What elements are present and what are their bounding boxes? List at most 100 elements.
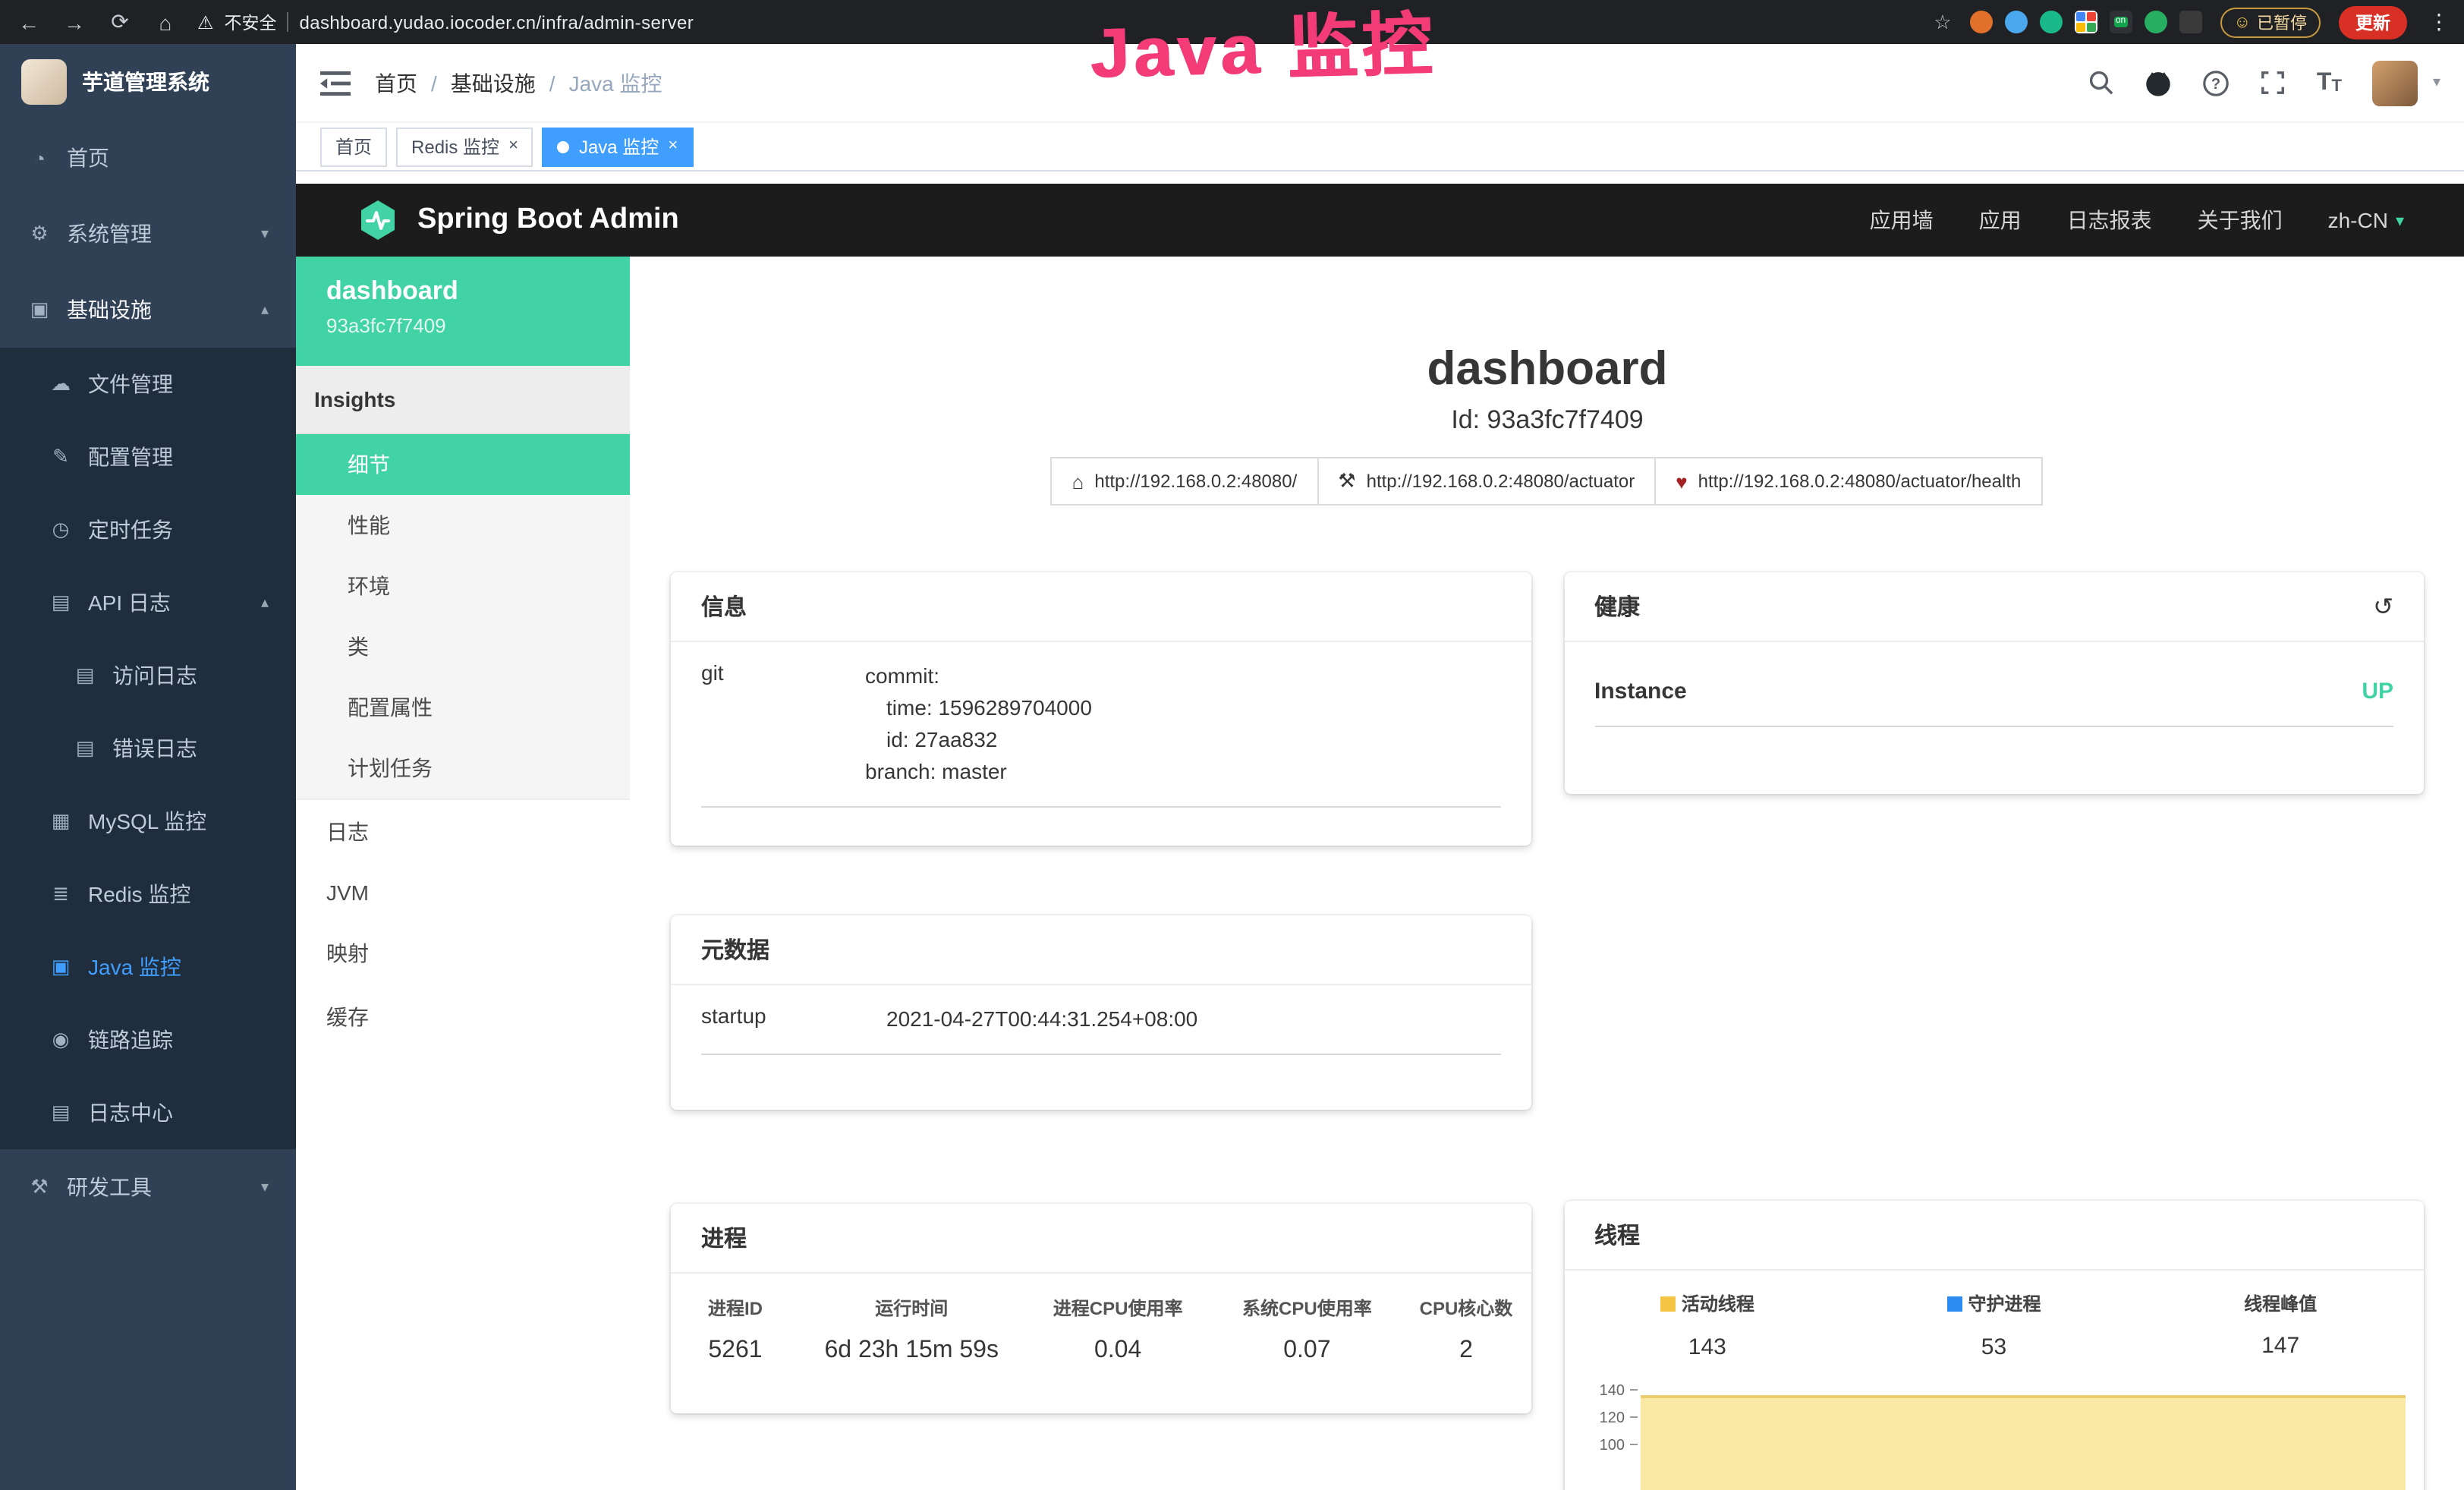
sba-brand[interactable]: Spring Boot Admin [357,199,679,241]
fox-extension-icon[interactable] [1970,11,1993,33]
breadcrumb-infrastructure[interactable]: 基础设施 [451,68,536,98]
insights-group: 细节 性能 环境 类 配置属性 计划任务 [296,434,630,800]
sidebar-item-config-mgmt[interactable]: ✎ 配置管理 [0,421,296,493]
active-tab-dot [558,140,570,153]
sba-nav-about[interactable]: 关于我们 [2198,205,2283,235]
avatar[interactable] [2372,60,2418,106]
logo-row[interactable]: 芋道管理系统 [0,44,296,120]
adblock-extension-icon[interactable]: on [2110,11,2132,33]
metadata-row-key: startup [701,1003,886,1035]
sba-brand-label: Spring Boot Admin [417,203,679,237]
sidebar-item-dev-tools[interactable]: ⚒ 研发工具 ▾ [0,1149,296,1225]
sidebar-item-trace[interactable]: ◉ 链路追踪 [0,1003,296,1076]
sidebar-item-java-monitor[interactable]: ▣ Java 监控 [0,931,296,1003]
reload-icon[interactable]: ⟳ [106,9,134,35]
document-icon: ▤ [73,736,97,761]
paused-label: 已暂停 [2257,10,2307,34]
font-size-icon[interactable]: TT [2317,71,2342,95]
security-label[interactable]: 不安全 [225,10,277,34]
service-url-link[interactable]: ⌂ http://192.168.0.2:48080/ [1051,457,1319,506]
avatar-caret-icon[interactable]: ▾ [2433,74,2440,91]
back-icon[interactable]: ← [15,10,42,34]
sidebar-item-error-logs[interactable]: ▤ 错误日志 [0,712,296,785]
threads-legend: 活动线程 143 守护进程 53 线程峰值 [1564,1271,2424,1359]
glarity-extension-icon[interactable] [2040,11,2063,33]
health-url-link[interactable]: ♥ http://192.168.0.2:48080/actuator/heal… [1654,457,2042,506]
document-icon: ▤ [49,591,73,615]
home-icon[interactable]: ⌂ [152,10,179,34]
browser-menu-icon[interactable]: ⋮ [2428,9,2450,35]
history-icon[interactable]: ↺ [2373,591,2393,622]
address-bar[interactable]: ⚠ 不安全 dashboard.yudao.iocoder.cn/infra/a… [197,10,694,34]
github-icon[interactable] [2145,69,2173,96]
chevron-down-icon: ▾ [2396,210,2404,230]
sidebar-item-mysql-monitor[interactable]: ▦ MySQL 监控 [0,785,296,858]
sba-content: dashboard Id: 93a3fc7f7409 ⌂ http://192.… [630,257,2464,1490]
sidebar-item-access-logs[interactable]: ▤ 访问日志 [0,639,296,712]
sba-nav-applications[interactable]: 应用 [1979,205,2022,235]
svg-text:?: ? [2212,75,2221,92]
sba-item-details[interactable]: 细节 [296,434,630,495]
update-button[interactable]: 更新 [2339,5,2407,39]
document-icon: ▤ [49,1101,73,1125]
instance-header[interactable]: dashboard 93a3fc7f7409 [296,257,630,366]
health-instance-row: Instance UP [1594,642,2393,727]
actuator-url-link[interactable]: ⚒ http://192.168.0.2:48080/actuator [1317,457,1656,506]
sba-nav-journal[interactable]: 日志报表 [2067,205,2152,235]
search-icon[interactable] [2089,70,2115,96]
info-row-key: git [701,660,865,788]
breadcrumb-home[interactable]: 首页 [375,68,417,98]
sba-item-classes[interactable]: 类 [296,616,630,677]
sba-nav-wallboard[interactable]: 应用墙 [1870,205,1934,235]
forward-icon[interactable]: → [61,10,88,34]
sidebar-collapse-icon[interactable] [320,71,351,95]
sidebar-item-api-logs[interactable]: ▤ API 日志 ▴ [0,566,296,639]
tampermonkey-extension-icon[interactable] [2179,11,2202,33]
sidebar-item-infrastructure[interactable]: ▣ 基础设施 ▴ [0,272,296,348]
sidebar-item-scheduled-tasks[interactable]: ◷ 定时任务 [0,493,296,566]
help-icon[interactable]: ? [2203,69,2230,96]
close-icon[interactable]: × [508,138,518,155]
tab-java-monitor[interactable]: Java 监控 × [543,127,693,166]
paused-chip[interactable]: ☺ 已暂停 [2220,7,2321,37]
dashboard-gauge-icon: ◔ [27,146,52,169]
sba-item-metrics[interactable]: 性能 [296,495,630,556]
process-col-header: 运行时间 [800,1295,1024,1321]
apps-grid-extension-icon[interactable] [2075,11,2097,33]
bookmark-star-icon[interactable]: ☆ [1934,10,1951,34]
page-header: 首页 / 基础设施 / Java 监控 [296,44,2464,123]
sba-item-logs[interactable]: 日志 [296,800,630,864]
sba-item-environment[interactable]: 环境 [296,556,630,616]
fullscreen-icon[interactable] [2261,70,2286,96]
sba-item-scheduled-tasks[interactable]: 计划任务 [296,738,630,799]
tab-redis-monitor[interactable]: Redis 监控 × [396,127,533,166]
infrastructure-submenu: ☁ 文件管理 ✎ 配置管理 ◷ 定时任务 ▤ API 日志 ▴ ▤ [0,348,296,1149]
monitor-icon: ▣ [27,298,52,322]
close-icon[interactable]: × [668,138,678,155]
health-card: 健康 ↺ Instance UP [1564,572,2424,794]
process-table: 进程ID5261 运行时间6d 23h 15m 59s 进程CPU使用率0.04… [671,1274,1531,1389]
sba-item-config-props[interactable]: 配置属性 [296,677,630,738]
breadcrumb: 首页 / 基础设施 / Java 监控 [375,68,662,98]
sidebar-item-log-center[interactable]: ▤ 日志中心 [0,1076,296,1149]
tab-label: Java 监控 [579,134,659,159]
process-card: 进程 进程ID5261 运行时间6d 23h 15m 59s 进程CPU使用率0… [671,1204,1531,1413]
gear-icon: ⚙ [27,222,52,246]
smiley-icon: ☺ [2234,13,2251,31]
sba-item-jvm[interactable]: JVM [296,864,630,921]
leaf-extension-icon[interactable] [2145,11,2167,33]
metadata-row-value: 2021-04-27T00:44:31.254+08:00 [886,1003,1197,1035]
sidebar-item-redis-monitor[interactable]: ≣ Redis 监控 [0,858,296,931]
tab-home[interactable]: 首页 [320,127,387,166]
sba-language-select[interactable]: zh-CN ▾ [2328,208,2404,232]
sba-item-caches[interactable]: 缓存 [296,985,630,1049]
sba-item-mappings[interactable]: 映射 [296,921,630,985]
translate-extension-icon[interactable] [2005,11,2028,33]
sidebar-item-file-mgmt[interactable]: ☁ 文件管理 [0,348,296,421]
breadcrumb-current: Java 监控 [569,68,662,98]
url-text[interactable]: dashboard.yudao.iocoder.cn/infra/admin-s… [300,11,694,33]
sidebar-item-home[interactable]: ◔ 首页 [0,120,296,196]
tab-label: 首页 [335,134,372,159]
process-col-header: 系统CPU使用率 [1213,1295,1402,1321]
sidebar-item-system-mgmt[interactable]: ⚙ 系统管理 ▾ [0,196,296,272]
